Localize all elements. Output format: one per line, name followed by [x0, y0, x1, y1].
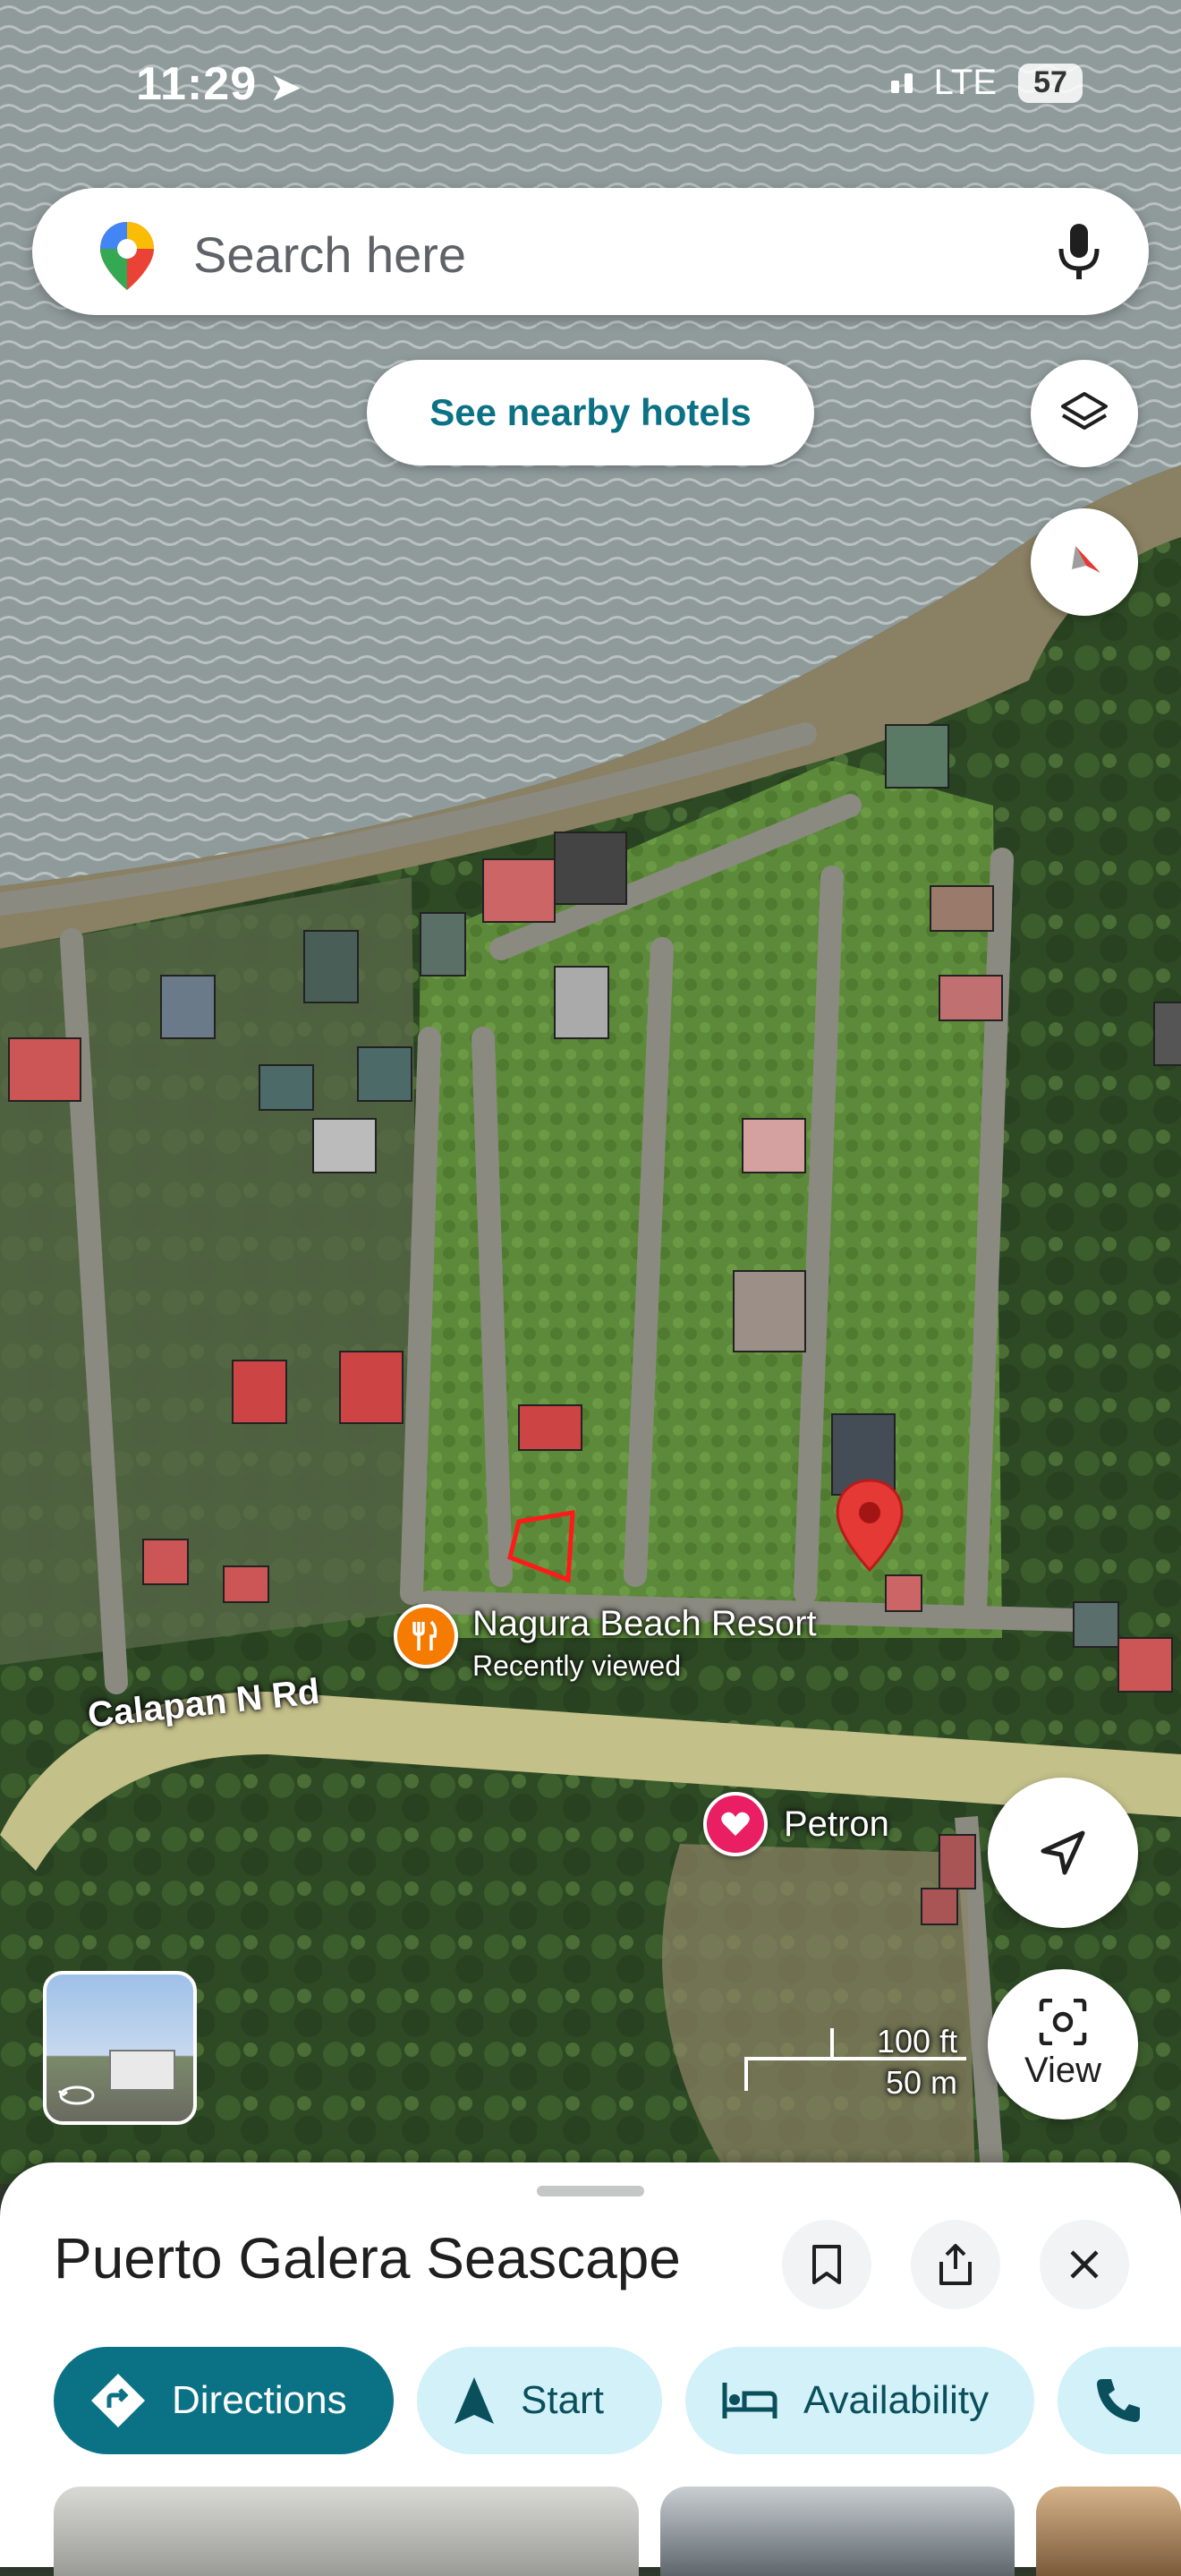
place-photo-1[interactable]: [54, 2486, 639, 2576]
availability-button[interactable]: Availability: [685, 2347, 1034, 2454]
poi-nagura-beach-resort[interactable]: Nagura Beach Resort Recently viewed: [394, 1604, 817, 1683]
share-icon: [939, 2244, 972, 2285]
save-button[interactable]: [782, 2220, 871, 2309]
call-button[interactable]: [1058, 2347, 1181, 2454]
place-title: Puerto Galera Seascape: [54, 2226, 681, 2290]
poi-resort-name: Nagura Beach Resort: [472, 1604, 817, 1643]
poi-petron[interactable]: Petron: [703, 1792, 889, 1856]
map-scale: 100 ft 50 m: [743, 2023, 975, 2101]
directions-button[interactable]: Directions: [54, 2347, 394, 2454]
compass-button[interactable]: [1031, 508, 1138, 616]
selected-place-pin-icon[interactable]: [832, 1477, 907, 1575]
street-view-thumbnail[interactable]: [43, 1971, 197, 2125]
360-rotate-icon: [57, 2086, 95, 2105]
poi-resort-subtitle: Recently viewed: [472, 1650, 681, 1682]
navigation-arrow-icon: [1041, 1830, 1085, 1875]
battery-indicator: 57: [1018, 63, 1083, 103]
place-bottom-sheet[interactable]: Puerto Galera Seascape Directions Start …: [0, 2162, 1181, 2576]
search-input[interactable]: Search here: [193, 226, 466, 284]
view-lens-button[interactable]: View: [988, 1969, 1138, 2120]
google-maps-pin-icon: [100, 222, 154, 290]
camera-lens-icon: [1039, 1998, 1087, 2045]
start-label: Start: [521, 2378, 604, 2422]
signal-icon: [890, 73, 913, 93]
close-button[interactable]: [1040, 2220, 1129, 2309]
see-nearby-hotels-chip[interactable]: See nearby hotels: [367, 360, 814, 465]
directions-label: Directions: [172, 2378, 347, 2422]
status-indicators: LTE 57: [890, 63, 1083, 103]
directions-icon: [91, 2374, 145, 2427]
phone-icon: [1097, 2379, 1140, 2422]
start-button[interactable]: Start: [417, 2347, 662, 2454]
compass-icon: [1072, 546, 1100, 573]
scale-meters: 50 m: [886, 2064, 958, 2101]
status-time: 11:29 ➤: [136, 58, 302, 110]
share-button[interactable]: [911, 2220, 1000, 2309]
restaurant-icon: [394, 1604, 458, 1668]
heart-icon: [703, 1792, 768, 1856]
layers-button[interactable]: [1031, 360, 1138, 467]
layers-icon: [1061, 392, 1108, 430]
poi-petron-name: Petron: [784, 1804, 889, 1844]
microphone-icon[interactable]: [1052, 220, 1106, 283]
bookmark-icon: [812, 2245, 841, 2284]
my-location-button[interactable]: [988, 1778, 1138, 1928]
street-view-building: [109, 2050, 175, 2091]
scale-feet: 100 ft: [877, 2023, 958, 2060]
location-arrow-icon: ➤: [270, 68, 302, 107]
place-photo-2[interactable]: [660, 2486, 1015, 2576]
close-icon: [1070, 2250, 1099, 2279]
network-type: LTE: [933, 63, 997, 102]
navigation-start-icon: [455, 2377, 494, 2424]
view-label: View: [1024, 2050, 1101, 2090]
availability-label: Availability: [803, 2378, 990, 2422]
search-bar[interactable]: Search here: [32, 188, 1149, 315]
bed-icon: [722, 2383, 777, 2418]
place-photo-3[interactable]: [1036, 2486, 1181, 2576]
sheet-drag-handle[interactable]: [537, 2186, 644, 2196]
